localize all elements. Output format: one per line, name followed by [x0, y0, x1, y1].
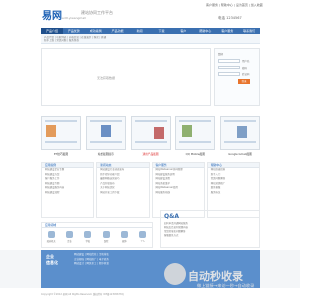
- thumb-image[interactable]: [41, 116, 81, 150]
- thumb-caption[interactable]: 通用产品截图: [131, 152, 171, 156]
- thumb-image[interactable]: [85, 116, 126, 150]
- footer-link-row[interactable]: 网站设计 | 网页美工 | 程序开发: [74, 262, 154, 267]
- main-message: 无法获取数据: [97, 76, 116, 80]
- list-item[interactable]: 网站服务热线: [153, 191, 204, 196]
- field-label: 政府机关: [46, 240, 56, 243]
- footer-brand: 企业 信息化: [46, 254, 58, 266]
- watermark-logo-icon: [164, 263, 186, 285]
- header: 易网 edit.yiwangmall 建站协同工作平台 客户服务 | 帮助中心 …: [0, 0, 300, 28]
- field-item[interactable]: 政府机关: [44, 231, 58, 243]
- copyright: Copyright ©2012 易网 All Rights Reserved. …: [41, 293, 124, 296]
- media-icon: [120, 231, 128, 238]
- phone-number: 电话 1234567: [218, 16, 242, 20]
- field-label: 学校: [85, 240, 90, 243]
- thumb-card[interactable]: 通用产品截图: [130, 116, 171, 160]
- main-panel: [41, 48, 211, 106]
- person-icon: [139, 231, 147, 238]
- password-label: 密码: [242, 66, 248, 70]
- enterprise-icon: [65, 231, 73, 238]
- username-label: 用户名: [242, 60, 250, 63]
- thumb-card[interactable]: ET技巧截图: [41, 116, 81, 160]
- subnav-line[interactable]: 新手上路 | 常见问题 | 服务条款: [44, 39, 257, 42]
- school-icon: [84, 231, 92, 238]
- field-item[interactable]: 学校: [81, 231, 95, 243]
- thumb-caption[interactable]: 站长截图展示: [86, 152, 126, 156]
- watermark-title: 自动秒收录: [188, 270, 243, 283]
- field-label: 个人: [140, 240, 145, 243]
- thumb-card[interactable]: Google Gmail截图: [220, 116, 260, 160]
- watermark-subtitle: 做上链接→来访一秒→自动收录: [197, 283, 255, 288]
- hospital-icon: [102, 231, 110, 238]
- qa-item[interactable]: 客服联系方式: [161, 234, 259, 238]
- logo-subtitle: edit.yiwangmall: [62, 16, 86, 20]
- field-item[interactable]: 个人: [136, 231, 150, 243]
- site-logo[interactable]: 易网: [42, 7, 62, 22]
- thumb-card[interactable]: 站长截图展示: [85, 116, 126, 160]
- login-button[interactable]: 登录: [238, 78, 250, 84]
- field-item[interactable]: 企业: [62, 231, 76, 243]
- thumb-card[interactable]: QQ Mobile截图: [175, 116, 216, 160]
- field-label: 企业: [67, 240, 72, 243]
- screenshot-gallery: ET技巧截图 站长截图展示 通用产品截图 QQ Mobile截图 Google …: [41, 116, 260, 160]
- qa-title[interactable]: Q&A: [161, 211, 259, 222]
- thumb-caption[interactable]: Google Gmail截图: [220, 152, 260, 156]
- thumb-caption[interactable]: ET技巧截图: [41, 152, 81, 156]
- login-panel: 您好 用户名 密码 验证码 登录: [214, 48, 260, 106]
- field-item[interactable]: 媒体: [117, 231, 131, 243]
- top-links[interactable]: 客户服务 | 帮助中心 | 设为首页 | 加入收藏: [206, 3, 263, 7]
- field-item[interactable]: 医院: [99, 231, 113, 243]
- column-cases: 应用案例 网站建设企业专题 网站建设方案 客户服务工作 网站建设专题 网站建设服…: [41, 162, 95, 218]
- thumb-image[interactable]: [175, 116, 216, 150]
- footer-links: 网站建设 | 网站优化 | 主机域名 企业邮局 | 网站推广 | 电子商务 网站…: [74, 253, 154, 267]
- password-input[interactable]: [218, 65, 240, 70]
- list-item[interactable]: 服务协议: [208, 191, 259, 196]
- field-label: 媒体: [122, 240, 127, 243]
- column-news: 新闻动态 网站建设行业动态发布 新手指导功能介绍 最新网络运营技巧 产品升级发布…: [96, 162, 150, 218]
- sub-nav: 产品介绍 | 功能列表 | 价格信息 | 在线演示 | 购买 | 开通 新手上路…: [41, 34, 260, 44]
- captcha-input[interactable]: [218, 72, 240, 76]
- application-fields: 应用领域 政府机关 企业 学校 医院 媒体 个人: [41, 222, 153, 248]
- government-icon: [47, 231, 55, 238]
- qa-panel: Q&A 如何申请开通网站服务 网站后台如何管理内容 常见的域名问题解答 客服联系…: [160, 210, 260, 248]
- field-label: 医院: [103, 240, 109, 243]
- list-item[interactable]: 网站建设流程: [42, 191, 93, 196]
- slogan: 建站协同工作平台: [81, 10, 113, 15]
- footer-brand-line: 信息化: [46, 260, 58, 265]
- thumb-image[interactable]: [130, 116, 171, 150]
- thumb-image[interactable]: [220, 116, 260, 150]
- captcha-label: 验证码: [242, 73, 250, 76]
- username-input[interactable]: [218, 59, 240, 63]
- list-item[interactable]: 网站开发工具下载: [97, 191, 148, 196]
- thumb-caption[interactable]: QQ Mobile截图: [175, 152, 215, 156]
- login-greeting: 您好: [218, 53, 224, 56]
